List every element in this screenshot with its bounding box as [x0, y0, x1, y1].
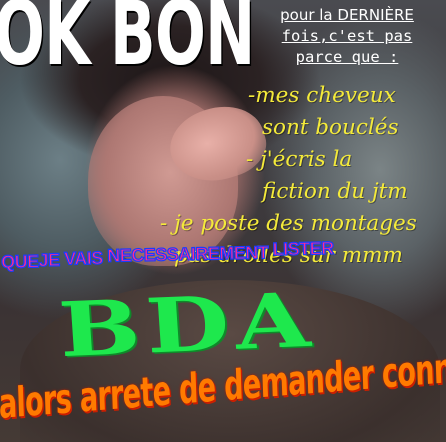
- magenta-word: NECESSAIREMENT: [106, 242, 269, 267]
- reason-line: -mes cheveux: [248, 83, 396, 108]
- magenta-word: VAIS: [63, 247, 103, 269]
- magenta-word: QUE: [0, 251, 39, 273]
- magenta-word: LISTER: [272, 237, 335, 260]
- caption-line-1: pour la DERNIÈRE: [280, 6, 414, 24]
- headline-text: OK BON: [0, 0, 255, 85]
- reason-line: - je poste des montages: [160, 211, 417, 236]
- reason-line: - j'écris la: [246, 147, 353, 172]
- caption-line-3: parce que :: [295, 48, 399, 66]
- magenta-word: JE: [38, 249, 61, 271]
- reason-line: sont bouclés: [262, 115, 399, 140]
- caption-line-2: fois,c'est pas: [281, 27, 413, 45]
- caption-block: pour la DERNIÈRE fois,c'est pas parce qu…: [252, 5, 442, 68]
- reason-line: fiction du jtm: [262, 179, 408, 204]
